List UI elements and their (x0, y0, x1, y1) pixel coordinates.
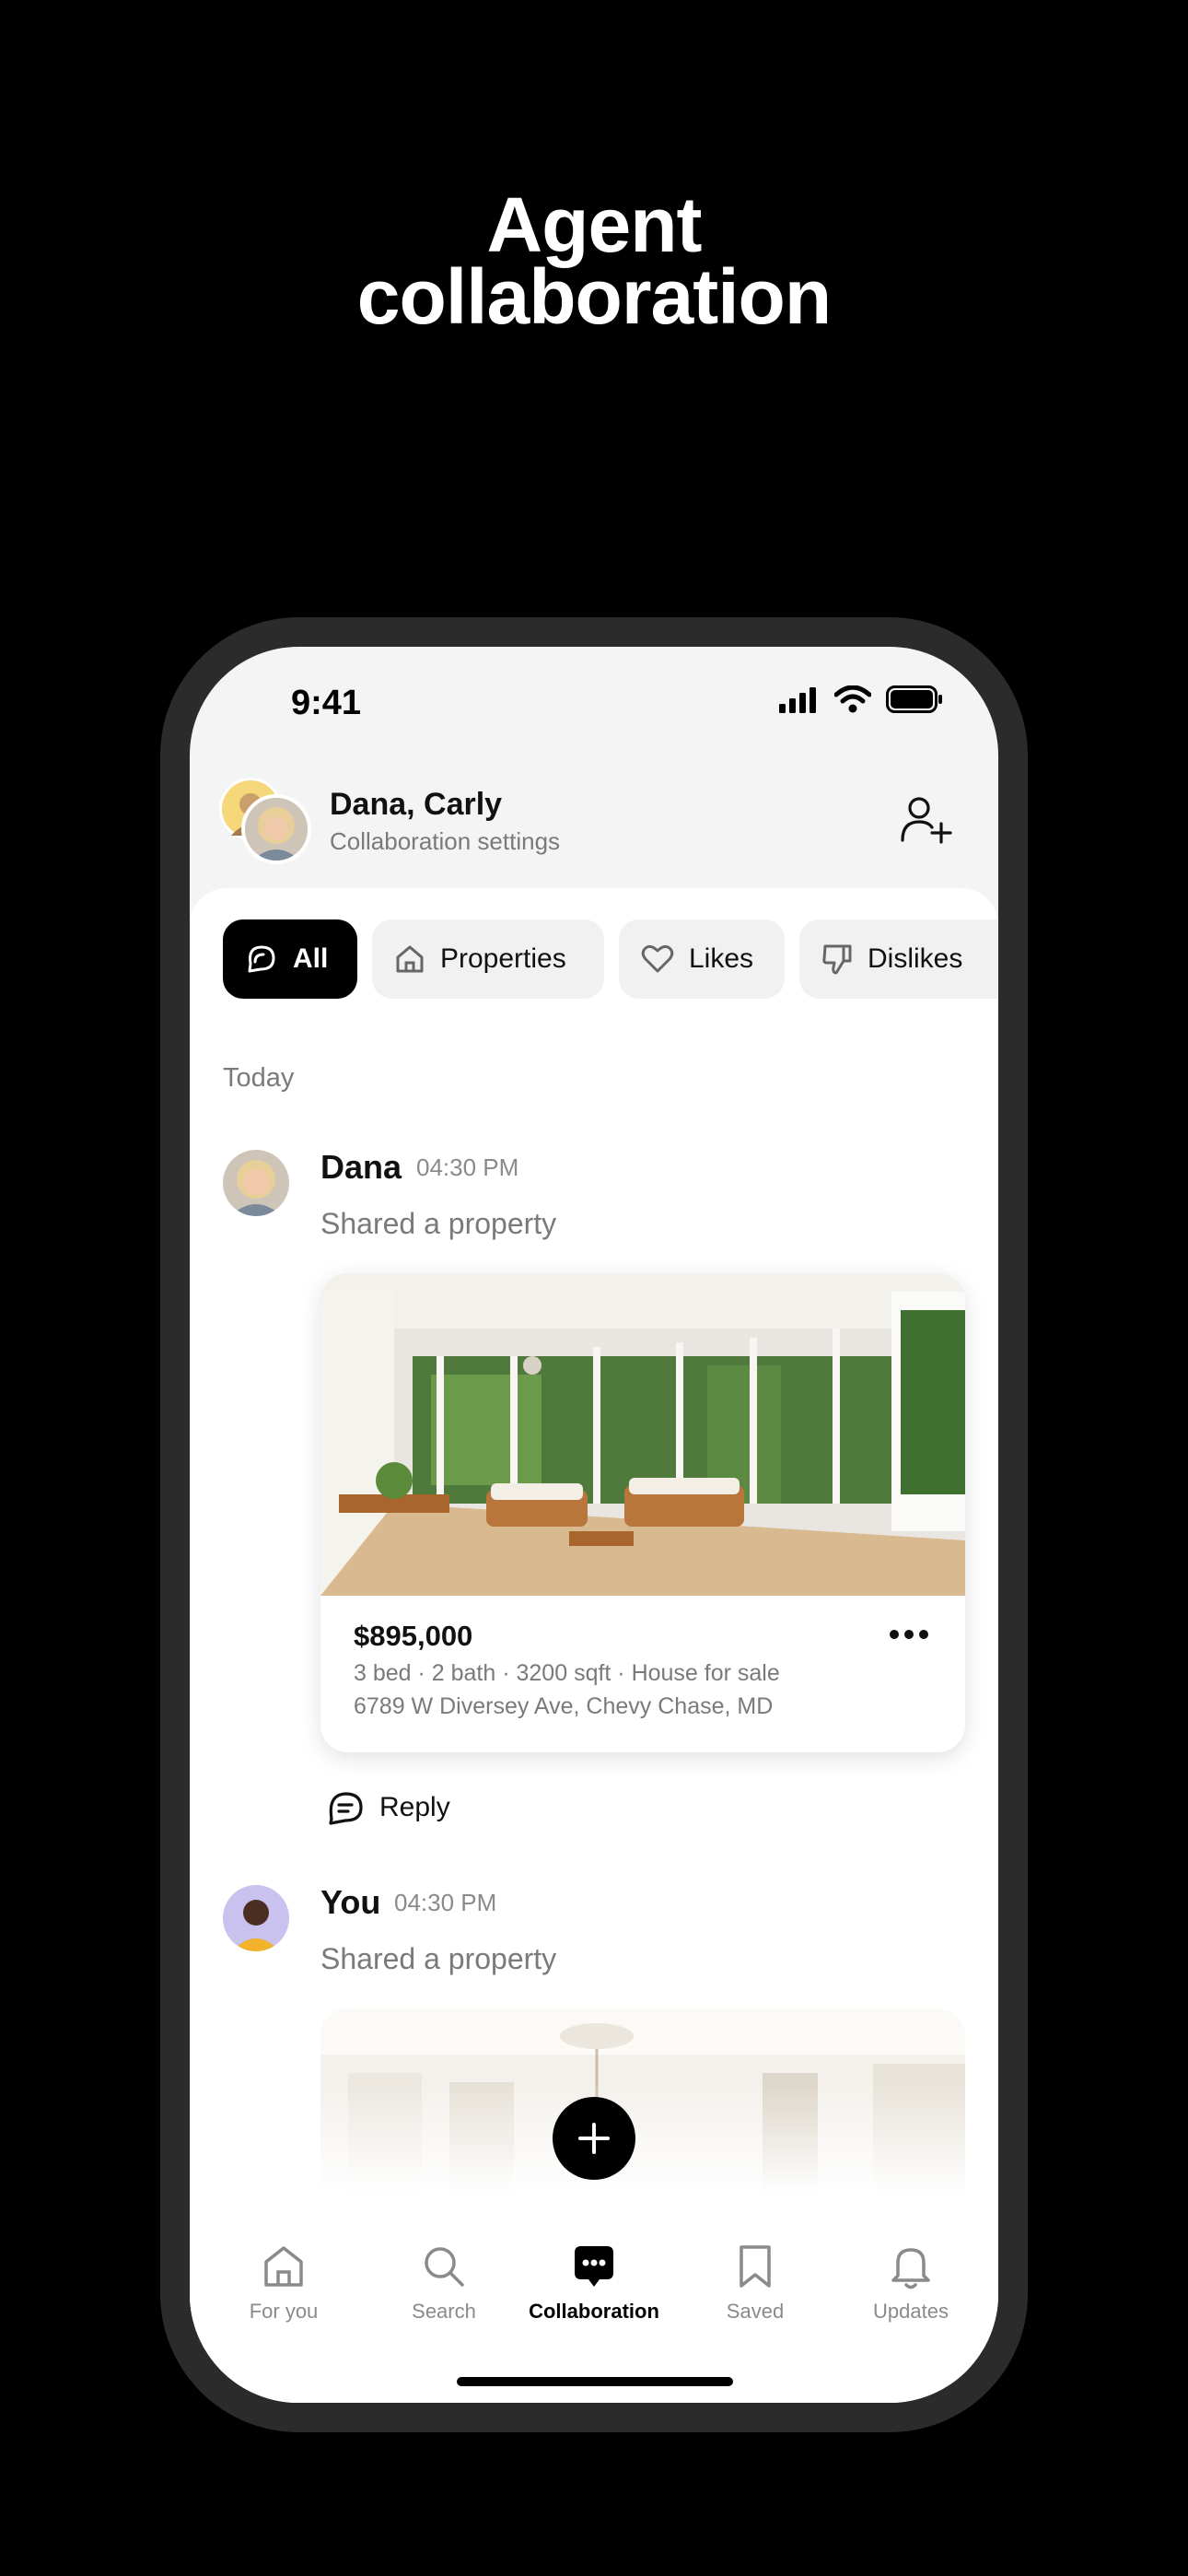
tab-updates[interactable]: Updates (837, 2241, 984, 2324)
message-time: 04:30 PM (416, 1153, 519, 1181)
tab-label: Collaboration (529, 2300, 659, 2323)
message-action: Shared a property (320, 1207, 557, 1240)
collaborator-names[interactable]: Dana, Carly (330, 787, 502, 823)
tab-label: Saved (726, 2300, 785, 2323)
cellular-signal-icon (779, 687, 816, 713)
message-action: Shared a property (320, 1942, 557, 1975)
plus-icon (578, 2123, 610, 2154)
filter-chip-label: Dislikes (868, 943, 963, 974)
home-indicator[interactable] (457, 2377, 733, 2386)
home-icon (396, 945, 424, 973)
bell-icon (891, 2248, 930, 2289)
property-details: 3 bed · 2 bath · 3200 sqft · House for s… (354, 1660, 780, 1686)
bookmark-icon (740, 2245, 771, 2288)
filter-chip-label: Likes (689, 943, 754, 974)
filter-chip-dislikes[interactable]: Dislikes (799, 919, 998, 999)
section-date: Today (223, 1063, 295, 1093)
property-address: 6789 W Diversey Ave, Chevy Chase, MD (354, 1693, 774, 1719)
message-sender: You (320, 1883, 381, 1921)
filter-chip-label: All (293, 943, 329, 974)
status-bar: 9:41 (190, 647, 998, 757)
tab-label: Search (412, 2300, 476, 2323)
reply-icon (329, 1792, 363, 1825)
wifi-icon (834, 685, 871, 713)
status-time: 9:41 (291, 684, 362, 722)
headline-line-2: collaboration (356, 253, 832, 340)
message-time: 04:30 PM (394, 1889, 497, 1916)
tab-collaboration[interactable]: Collaboration (520, 2241, 668, 2324)
tab-label: Updates (873, 2300, 949, 2323)
tab-saved[interactable]: Saved (681, 2241, 829, 2324)
filter-chip-properties[interactable]: Properties (372, 919, 604, 999)
filter-chip-likes[interactable]: Likes (619, 919, 785, 999)
chat-icon (575, 2246, 613, 2287)
tab-for-you[interactable]: For you (210, 2241, 357, 2324)
heart-icon (641, 944, 674, 973)
avatar-dana (241, 794, 311, 864)
add-button[interactable] (553, 2097, 635, 2180)
phone-screen: 9:41 Dana, Carly Collaboration settings … (190, 647, 998, 2403)
property-photo (320, 1273, 965, 1596)
tab-search[interactable]: Search (370, 2241, 518, 2324)
thumbs-down-icon (822, 944, 852, 975)
avatar (223, 1150, 289, 1216)
filter-chip-label: Properties (440, 943, 566, 974)
reply-label: Reply (379, 1792, 450, 1822)
add-person-icon[interactable] (899, 794, 954, 846)
tab-label: For you (249, 2300, 319, 2323)
reply-button[interactable]: Reply (326, 1789, 450, 1826)
battery-icon (886, 685, 942, 713)
more-options-icon[interactable] (888, 1627, 930, 1642)
collaboration-settings-link[interactable]: Collaboration settings (330, 827, 560, 856)
property-card[interactable]: $895,000 3 bed · 2 bath · 3200 sqft · Ho… (320, 1273, 965, 1752)
filter-chip-all[interactable]: All (223, 919, 357, 999)
headline-line-1: Agent (486, 181, 703, 268)
headline: Agent collaboration (0, 181, 1188, 340)
message-sender: Dana (320, 1148, 402, 1186)
avatar (223, 1885, 289, 1951)
property-price: $895,000 (354, 1620, 473, 1652)
chat-bubbles-icon (248, 945, 275, 973)
search-icon (425, 2247, 464, 2287)
home-icon (264, 2246, 303, 2287)
